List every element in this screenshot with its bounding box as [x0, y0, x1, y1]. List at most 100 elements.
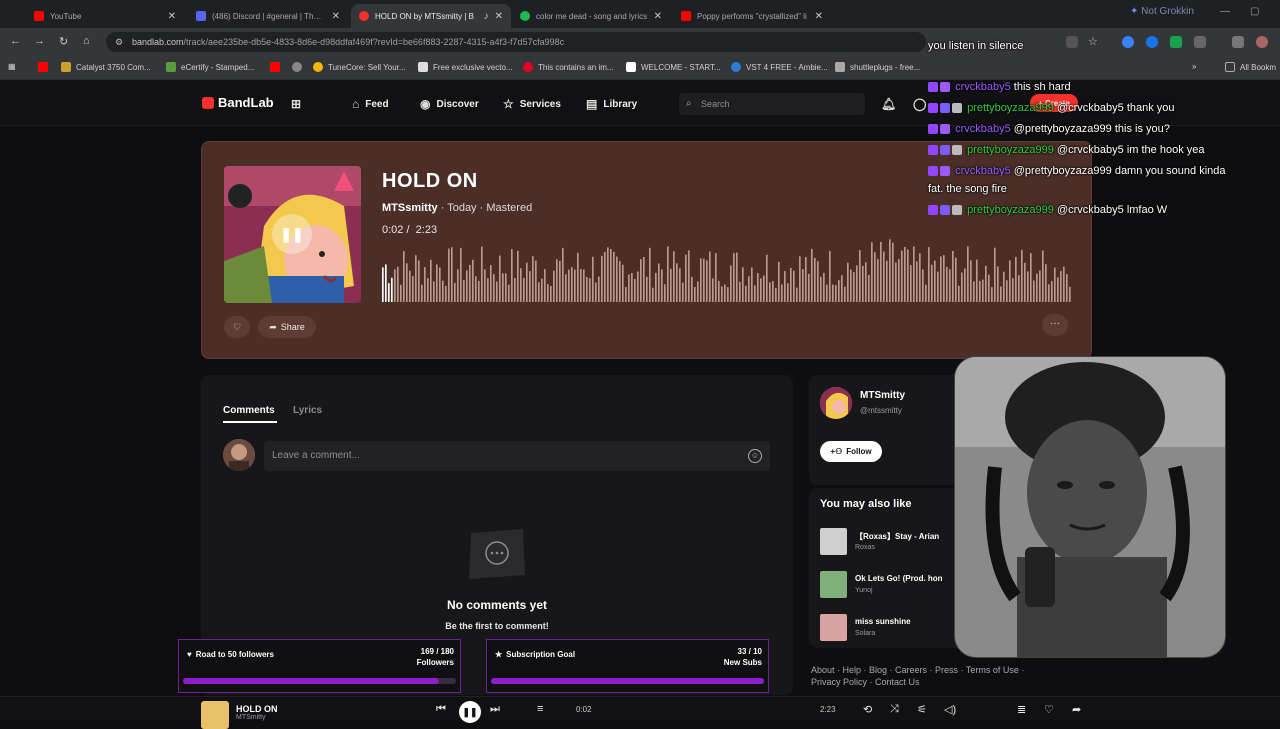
messages-icon[interactable]: ◯: [913, 97, 926, 111]
browser-tab-bandlab[interactable]: HOLD ON by MTSsmitty | B ♪ ✕: [351, 4, 511, 28]
close-tab-icon[interactable]: ✕: [332, 11, 340, 22]
waveform-bar: [829, 250, 831, 302]
waveform-bar: [844, 286, 846, 302]
previous-track-icon[interactable]: ⏮︎: [436, 703, 446, 716]
volume-icon[interactable]: ◁): [944, 703, 956, 716]
heart-icon[interactable]: ♡: [1044, 703, 1054, 716]
follow-button[interactable]: +⚇ Follow: [820, 441, 882, 462]
bookmark-item[interactable]: Catalyst 3750 Com...: [61, 62, 151, 72]
goal-progress-fill: [491, 678, 764, 684]
bandlab-logo[interactable]: BandLab: [202, 95, 274, 110]
url-field[interactable]: ⚙ bandlab.com/track/aee235be-db5e-4833-8…: [106, 32, 926, 52]
site-info-icon[interactable]: ⚙: [115, 32, 123, 52]
bookmark-item[interactable]: TuneCore: Sell Your...: [313, 62, 406, 72]
waveform-bar: [787, 283, 789, 302]
chat-username[interactable]: crvckbaby5: [955, 165, 1011, 177]
profile-label[interactable]: ✦ Not Grokkin: [1130, 6, 1194, 17]
browser-tab-discord[interactable]: (486) Discord | #general | The R ✕: [188, 4, 348, 28]
nav-discover[interactable]: ◉ Discover: [420, 97, 479, 111]
bookmark-label: Free exclusive vecto...: [433, 62, 513, 72]
minimize-window-icon[interactable]: —: [1220, 6, 1230, 17]
bookmark-youtube[interactable]: [38, 62, 48, 72]
waveform-bar: [841, 275, 843, 302]
apps-menu-icon[interactable]: ⊞: [291, 97, 301, 111]
tab-lyrics[interactable]: Lyrics: [293, 405, 322, 416]
waveform-bar: [406, 263, 408, 302]
footer-links[interactable]: About · Help · Blog · Careers · Press · …: [811, 664, 1051, 688]
bookmark-item[interactable]: VST 4 FREE - Ambie...: [731, 62, 828, 72]
audio-playing-icon[interactable]: ♪: [484, 11, 489, 22]
like-button[interactable]: ♡: [224, 316, 250, 338]
waveform-bar: [850, 269, 852, 302]
maximize-window-icon[interactable]: ▢: [1250, 6, 1259, 17]
bookmark-item[interactable]: WELCOME - START...: [626, 62, 721, 72]
recommendation-item[interactable]: miss sunshine Solara: [820, 614, 960, 644]
search-input[interactable]: ⌕ Search: [679, 93, 865, 115]
artist-name[interactable]: MTSmitty: [860, 390, 905, 401]
waveform[interactable]: [382, 238, 1072, 302]
pause-icon[interactable]: ❚❚: [272, 214, 312, 254]
comment-input[interactable]: Leave a comment... ☺: [264, 441, 770, 471]
bookmark-item[interactable]: shuttleplugs - free...: [835, 62, 920, 72]
reload-icon[interactable]: ↻: [59, 35, 68, 48]
browser-tab-youtube-poppy[interactable]: Poppy performs "crystallized" li ✕: [673, 4, 831, 28]
bookmark-item[interactable]: eCertify - Stamped...: [166, 62, 254, 72]
footer-links-row[interactable]: About · Help · Blog · Careers · Press · …: [811, 664, 1051, 676]
shuffle-icon[interactable]: ⤨: [890, 703, 899, 716]
home-icon[interactable]: ⌂: [83, 35, 90, 47]
player-track-title[interactable]: HOLD ON: [236, 704, 278, 714]
repeat-icon[interactable]: ⟲: [863, 703, 872, 716]
forward-arrow-icon[interactable]: →: [34, 35, 45, 47]
recommendation-artist: Yunoj: [855, 587, 873, 594]
chat-username[interactable]: prettyboyzaza999: [967, 204, 1054, 216]
bookmark-youtube[interactable]: [270, 62, 280, 72]
chat-username[interactable]: crvckbaby5: [955, 123, 1011, 135]
close-tab-icon[interactable]: ✕: [168, 11, 176, 22]
browser-tab-spotify[interactable]: color me dead - song and lyrics ✕: [512, 4, 670, 28]
bookmark-item[interactable]: [292, 62, 302, 72]
waveform-bar: [688, 250, 690, 302]
goal-value-text: 169 / 180: [420, 647, 454, 656]
next-track-icon[interactable]: ⏭︎: [490, 703, 500, 716]
player-cover-thumbnail[interactable]: [201, 701, 229, 729]
waveform-bar: [382, 267, 384, 302]
tab-comments[interactable]: Comments: [223, 405, 275, 416]
share-button[interactable]: ➦ Share: [258, 316, 316, 338]
footer-links-row[interactable]: Privacy Policy · Contact Us: [811, 676, 1051, 688]
waveform-bar: [559, 260, 561, 302]
browser-tab-youtube[interactable]: YouTube ✕: [26, 4, 184, 28]
chat-username[interactable]: crvckbaby5: [955, 81, 1011, 93]
notifications-bell-icon[interactable]: 🔔︎: [881, 97, 896, 111]
bookmark-label: shuttleplugs - free...: [850, 62, 921, 72]
close-tab-icon[interactable]: ✕: [495, 11, 503, 22]
recommendation-item[interactable]: 【Roxas】Stay - Arian Roxas: [820, 528, 960, 558]
nav-feed[interactable]: ⌂ Feed: [352, 97, 389, 111]
remix-icon[interactable]: ⚟: [917, 703, 927, 716]
waveform-bar: [595, 282, 597, 302]
emoji-picker-icon[interactable]: ☺: [748, 449, 762, 463]
close-tab-icon[interactable]: ✕: [654, 11, 662, 22]
share-arrow-icon[interactable]: ➦: [1072, 703, 1081, 716]
waveform-bar: [784, 271, 786, 302]
nav-services[interactable]: ☆ Services: [503, 97, 561, 111]
queue-icon[interactable]: ≡: [537, 703, 543, 715]
bookmark-item[interactable]: Free exclusive vecto...: [418, 62, 513, 72]
waveform-bar: [760, 278, 762, 302]
artist-avatar[interactable]: [820, 387, 852, 419]
track-artist-link[interactable]: MTSsmitty: [382, 202, 438, 214]
recommendations-card: You may also like 【Roxas】Stay - Arian Ro…: [809, 488, 959, 648]
more-options-button[interactable]: ···: [1042, 314, 1068, 336]
back-arrow-icon[interactable]: ←: [10, 35, 21, 47]
track-cover-art[interactable]: ❚❚: [224, 166, 361, 303]
recommendation-item[interactable]: Ok Lets Go! (Prod. hon Yunoj: [820, 571, 960, 601]
bookmark-item[interactable]: This contains an im...: [523, 62, 614, 72]
chat-username[interactable]: prettyboyzaza999: [967, 144, 1054, 156]
apps-grid-icon[interactable]: ▦: [8, 62, 16, 71]
nav-library[interactable]: ▤ Library: [586, 97, 637, 111]
chat-username[interactable]: prettyboyzaza999: [967, 102, 1054, 114]
twitch-badge-icon: [928, 103, 938, 114]
close-tab-icon[interactable]: ✕: [815, 11, 823, 22]
playlist-icon[interactable]: ≣: [1017, 703, 1026, 716]
globe-icon: [292, 62, 302, 72]
user-avatar[interactable]: [223, 439, 255, 471]
